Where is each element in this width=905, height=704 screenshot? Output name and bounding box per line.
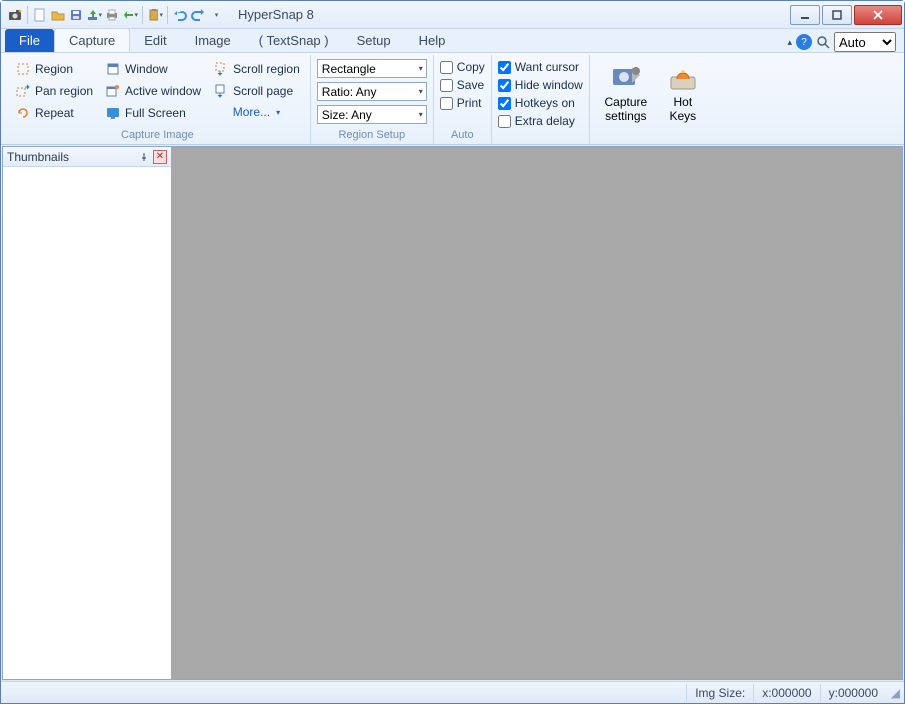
- ribbon: Region Pan region Repeat Window Active w…: [1, 53, 904, 145]
- group-label-region-setup: Region Setup: [317, 127, 427, 142]
- print-checkbox[interactable]: Print: [440, 95, 485, 111]
- status-img-size: Img Size:: [686, 684, 753, 702]
- want-cursor-checkbox[interactable]: Want cursor: [498, 59, 583, 75]
- window-button[interactable]: Window: [101, 59, 205, 79]
- scroll-page-icon: [213, 83, 229, 99]
- canvas-area[interactable]: [171, 147, 902, 679]
- size-combo[interactable]: Size: Any: [317, 105, 427, 124]
- repeat-button[interactable]: Repeat: [11, 103, 97, 123]
- new-icon[interactable]: [32, 7, 48, 23]
- tab-capture[interactable]: Capture: [54, 28, 130, 52]
- thumbnails-list: [3, 167, 171, 679]
- shape-combo[interactable]: Rectangle: [317, 59, 427, 78]
- tab-textsnap[interactable]: ( TextSnap ): [245, 29, 343, 52]
- hide-window-checkbox[interactable]: Hide window: [498, 77, 583, 93]
- status-x: x:000000: [753, 684, 819, 702]
- save-checkbox[interactable]: Save: [440, 77, 485, 93]
- region-icon: [15, 61, 31, 77]
- active-window-button[interactable]: Active window: [101, 81, 205, 101]
- extra-delay-checkbox[interactable]: Extra delay: [498, 113, 583, 129]
- tab-image[interactable]: Image: [181, 29, 245, 52]
- pan-region-button[interactable]: Pan region: [11, 81, 97, 101]
- group-settings: Capture settings Hot Keys: [590, 55, 712, 144]
- thumbnails-panel: Thumbnails ✕: [3, 147, 171, 679]
- close-button[interactable]: [854, 5, 902, 25]
- repeat-icon: [15, 105, 31, 121]
- search-icon[interactable]: [816, 35, 830, 49]
- hot-keys-icon: [667, 61, 699, 93]
- tabstrip-right: ▴ ? Auto: [787, 32, 900, 52]
- group-label-auto: Auto: [440, 127, 485, 142]
- zoom-select[interactable]: Auto: [834, 32, 896, 52]
- tab-file[interactable]: File: [5, 29, 54, 52]
- status-y: y:000000: [820, 684, 886, 702]
- thumbnails-title: Thumbnails: [7, 150, 69, 164]
- maximize-button[interactable]: [822, 5, 852, 25]
- minimize-button[interactable]: [790, 5, 820, 25]
- group-label-capture-image: Capture Image: [11, 127, 304, 142]
- save-icon[interactable]: [68, 7, 84, 23]
- window-controls: [788, 5, 904, 25]
- group-options: Want cursor Hide window Hotkeys on Extra…: [492, 55, 590, 144]
- region-button[interactable]: Region: [11, 59, 97, 79]
- pin-icon[interactable]: [137, 150, 151, 164]
- redo-icon[interactable]: [190, 7, 206, 23]
- camera-icon[interactable]: [7, 7, 23, 23]
- upload-icon[interactable]: [86, 7, 102, 23]
- full-screen-button[interactable]: Full Screen: [101, 103, 205, 123]
- capture-settings-button[interactable]: Capture settings: [596, 57, 656, 127]
- status-bar: Img Size: x:000000 y:000000 ◢: [1, 681, 904, 703]
- ratio-combo[interactable]: Ratio: Any: [317, 82, 427, 101]
- print-icon[interactable]: [104, 7, 120, 23]
- hotkeys-on-checkbox[interactable]: Hotkeys on: [498, 95, 583, 111]
- group-region-setup: Rectangle Ratio: Any Size: Any Region Se…: [311, 55, 434, 144]
- help-icon[interactable]: ?: [796, 34, 812, 50]
- group-auto: Copy Save Print Auto: [434, 55, 492, 144]
- capture-settings-icon: [610, 61, 642, 93]
- scroll-region-icon: [213, 61, 229, 77]
- collapse-ribbon-icon[interactable]: ▴: [787, 37, 792, 48]
- scroll-page-button[interactable]: Scroll page: [209, 81, 304, 101]
- copy-checkbox[interactable]: Copy: [440, 59, 485, 75]
- more-button[interactable]: More...: [209, 103, 304, 121]
- hot-keys-button[interactable]: Hot Keys: [660, 57, 706, 127]
- tab-help[interactable]: Help: [405, 29, 460, 52]
- tab-edit[interactable]: Edit: [130, 29, 180, 52]
- resize-grip[interactable]: ◢: [886, 686, 902, 700]
- open-icon[interactable]: [50, 7, 66, 23]
- active-window-icon: [105, 83, 121, 99]
- quick-access-toolbar: [1, 6, 230, 24]
- full-screen-icon: [105, 105, 121, 121]
- thumbnails-header: Thumbnails ✕: [3, 147, 171, 167]
- undo-icon[interactable]: [172, 7, 188, 23]
- titlebar: HyperSnap 8: [1, 1, 904, 29]
- tab-setup[interactable]: Setup: [343, 29, 405, 52]
- pan-region-icon: [15, 83, 31, 99]
- print-dropdown-icon[interactable]: [122, 7, 138, 23]
- ribbon-tabs: File Capture Edit Image ( TextSnap ) Set…: [1, 29, 904, 53]
- qat-customize-icon[interactable]: [208, 7, 224, 23]
- scroll-region-button[interactable]: Scroll region: [209, 59, 304, 79]
- content-area: Thumbnails ✕: [2, 146, 903, 680]
- window-title: HyperSnap 8: [238, 7, 314, 22]
- group-capture-image: Region Pan region Repeat Window Active w…: [5, 55, 311, 144]
- window-icon: [105, 61, 121, 77]
- close-panel-icon[interactable]: ✕: [153, 150, 167, 164]
- app-window: HyperSnap 8 File Capture Edit Image ( Te…: [0, 0, 905, 704]
- clipboard-icon[interactable]: [147, 7, 163, 23]
